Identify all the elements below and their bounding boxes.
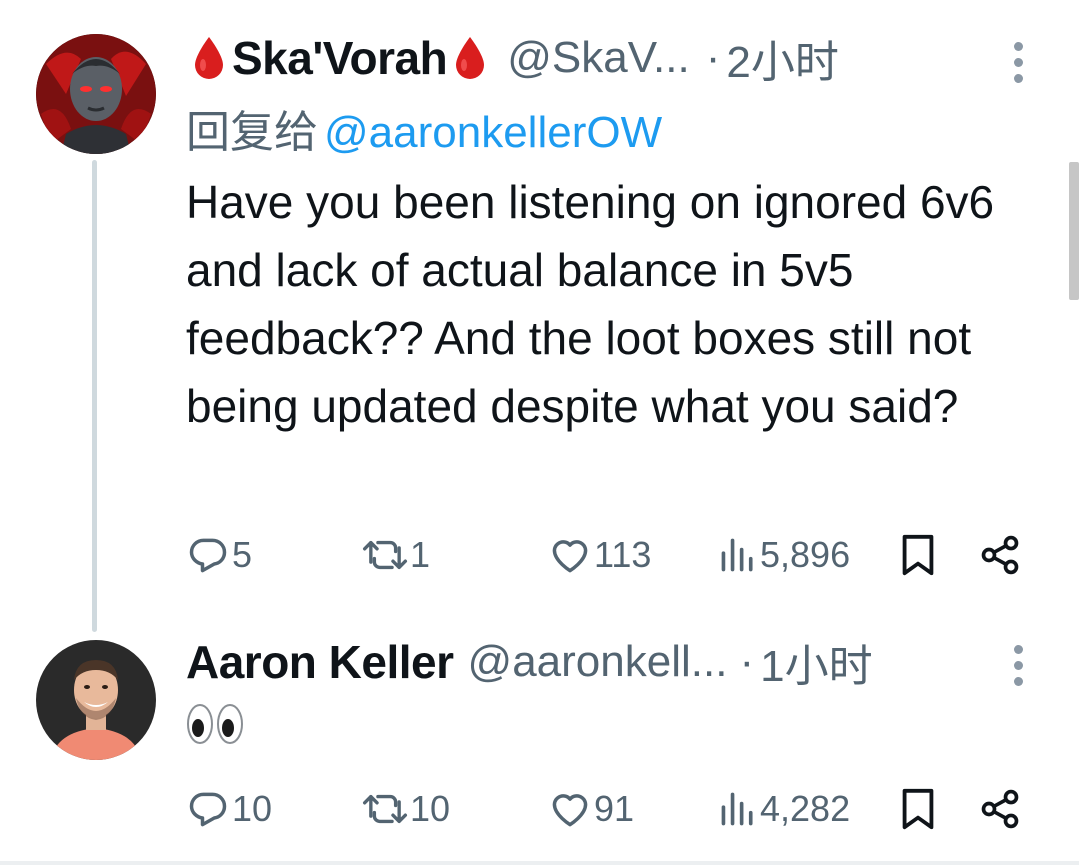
reply-prefix: 回复给 xyxy=(186,108,318,157)
separator-dot: · xyxy=(739,637,755,686)
like-button[interactable]: 113 xyxy=(548,530,651,580)
views-button[interactable]: 5,896 xyxy=(718,530,850,580)
views-count: 4,282 xyxy=(760,788,851,829)
bookmark-icon xyxy=(902,788,934,830)
tweet-text: Have you been listening on ignored 6v6 a… xyxy=(186,176,995,432)
display-name[interactable]: Aaron Keller xyxy=(186,635,454,689)
repost-icon xyxy=(362,540,408,570)
bookmark-button[interactable] xyxy=(898,784,938,834)
eyes-emoji xyxy=(187,704,243,744)
reply-icon xyxy=(189,538,227,573)
reply-button[interactable]: 10 xyxy=(186,784,272,834)
like-button[interactable]: 91 xyxy=(548,784,634,834)
avatar-skavorah[interactable] xyxy=(36,34,156,154)
bottom-divider xyxy=(0,861,1079,865)
reply-count: 10 xyxy=(232,788,273,829)
tweet-header: Aaron Keller @aaronkell... · 1小时 xyxy=(186,632,873,692)
avatar-skavorah-image xyxy=(36,34,156,154)
action-bar: 10 10 91 4,282 xyxy=(186,784,1046,834)
repost-icon xyxy=(362,794,408,824)
heart-icon xyxy=(552,540,588,573)
repost-button[interactable]: 10 xyxy=(362,784,450,834)
views-button[interactable]: 4,282 xyxy=(718,784,850,834)
avatar-aaron-keller-image xyxy=(36,640,156,760)
tweet-header: Ska'Vorah @SkaV... · 2小时 xyxy=(186,28,839,88)
more-vertical-icon[interactable] xyxy=(1008,645,1028,686)
like-count: 113 xyxy=(594,534,652,575)
handle[interactable]: @aaronkell... xyxy=(468,637,728,687)
share-icon xyxy=(981,789,1019,829)
scrollbar[interactable] xyxy=(1069,162,1079,300)
heart-icon xyxy=(552,794,588,827)
repost-button[interactable]: 1 xyxy=(362,530,430,580)
views-icon xyxy=(721,792,753,826)
views-icon xyxy=(721,538,753,572)
share-button[interactable] xyxy=(978,784,1022,834)
views-count: 5,896 xyxy=(760,534,851,575)
like-count: 91 xyxy=(594,788,635,829)
reply-to-line: 回复给 @aaronkellerOW xyxy=(186,96,662,160)
blood-drop-icon xyxy=(456,37,485,79)
display-name-text: Ska'Vorah xyxy=(232,32,448,84)
action-bar: 5 1 113 5,896 xyxy=(186,530,1046,580)
more-vertical-icon[interactable] xyxy=(1008,42,1028,83)
repost-count: 1 xyxy=(410,534,431,575)
bookmark-button[interactable] xyxy=(898,530,938,580)
timestamp[interactable]: 2小时 xyxy=(726,26,838,90)
display-name[interactable]: Ska'Vorah xyxy=(186,31,493,85)
separator-dot: · xyxy=(705,33,721,82)
blood-drop-icon xyxy=(195,37,223,79)
reply-mention-link[interactable]: @aaronkellerOW xyxy=(324,108,662,157)
share-icon xyxy=(981,535,1019,575)
reply-button[interactable]: 5 xyxy=(186,530,252,580)
display-name-text: Aaron Keller xyxy=(186,636,454,688)
thread-line xyxy=(92,160,97,632)
bookmark-icon xyxy=(902,534,934,576)
tweet-skavorah[interactable]: Ska'Vorah @SkaV... · 2小时 回复给 @aaronkeller… xyxy=(0,0,1079,640)
handle[interactable]: @SkaV... xyxy=(507,33,689,83)
avatar-aaron-keller[interactable] xyxy=(36,640,156,760)
share-button[interactable] xyxy=(978,530,1022,580)
reply-count: 5 xyxy=(232,534,253,575)
reply-icon xyxy=(189,792,227,827)
tweet-text: 👀 xyxy=(186,702,244,746)
repost-count: 10 xyxy=(410,788,451,829)
